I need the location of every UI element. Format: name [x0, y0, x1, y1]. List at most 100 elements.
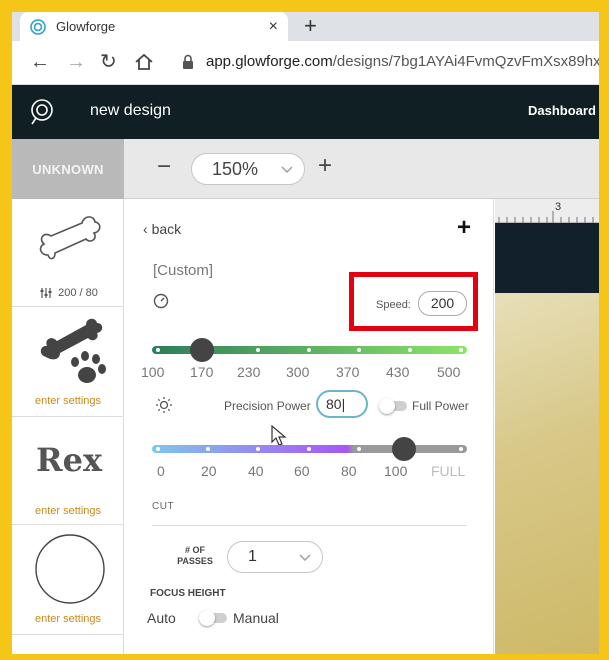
url-path: /designs/7bg1AYAi4FvmQzvFmXsx89hx	[332, 53, 599, 70]
speed-tick-labels: 100 170 230 300 370 430 500	[141, 364, 481, 382]
slider-dot	[156, 447, 160, 451]
design-thumbnail-list: 200 / 80 enter settings Rex enter settin…	[12, 199, 124, 654]
focus-height-label: FOCUS HEIGHT	[150, 588, 226, 599]
zoom-in-button[interactable]: +	[318, 152, 332, 180]
passes-label-line: PASSES	[177, 556, 213, 566]
slider-dot	[459, 447, 463, 451]
new-tab-button[interactable]: +	[304, 14, 317, 38]
forward-arrow-icon[interactable]: →	[66, 51, 86, 73]
speed-tick: 500	[437, 364, 461, 380]
thumbnail-item[interactable]: enter settings	[12, 525, 124, 635]
toggle-knob	[379, 398, 395, 414]
ruler-ticks	[498, 211, 594, 223]
passes-label-line: # OF	[184, 545, 205, 555]
speed-slider-handle[interactable]	[190, 338, 214, 362]
enter-settings-label: enter settings	[34, 505, 102, 517]
browser-tab[interactable]: Glowforge ×	[20, 12, 288, 41]
focus-height-toggle[interactable]	[199, 610, 227, 626]
power-tick: 100	[384, 463, 408, 479]
power-tick: 60	[294, 463, 310, 479]
focus-manual-label: Manual	[233, 610, 279, 626]
back-link[interactable]: ‹ back	[143, 221, 181, 237]
power-tick: 80	[341, 463, 357, 479]
zoom-value: 150%	[212, 158, 259, 179]
section-label: CUT	[152, 501, 175, 512]
preset-name[interactable]: [Custom]	[153, 262, 213, 279]
speed-tick: 300	[286, 364, 310, 380]
enter-settings-label: enter settings	[34, 395, 102, 407]
power-tick: FULL	[431, 463, 466, 479]
canvas-ruler: 3	[495, 199, 599, 223]
passes-label: # OF PASSES	[171, 545, 219, 567]
slider-dot	[206, 447, 210, 451]
bone-outline-icon	[39, 216, 101, 260]
back-arrow-icon[interactable]: ←	[30, 51, 50, 73]
url-field[interactable]: app.glowforge.com/designs/7bg1AYAi4FvmQz…	[206, 53, 599, 70]
settings-panel: ‹ back + [Custom] Speed: 200 100 170 230…	[125, 199, 494, 654]
zoom-select[interactable]: 150%	[191, 153, 305, 185]
zoom-out-button[interactable]: −	[157, 153, 171, 181]
reload-icon[interactable]: ↻	[100, 51, 117, 73]
speed-tick: 100	[141, 364, 165, 380]
dashboard-link[interactable]: Dashboard	[528, 103, 596, 118]
lock-icon	[183, 54, 193, 69]
glowforge-logo-icon[interactable]	[28, 98, 56, 126]
design-toolbar: UNKNOWN − 150% +	[12, 139, 599, 199]
slider-dot	[256, 348, 260, 352]
power-tick-labels: 0 20 40 60 80 100 FULL	[141, 463, 481, 481]
divider	[152, 525, 467, 526]
add-setting-button[interactable]: +	[457, 215, 471, 241]
focus-auto-label: Auto	[147, 610, 176, 626]
address-bar: ← → ↻ app.glowforge.com/designs/7bg1AYAi…	[12, 41, 599, 85]
chevron-down-icon	[299, 554, 311, 562]
material-selector[interactable]: UNKNOWN	[12, 139, 124, 199]
slider-dot	[256, 447, 260, 451]
passes-value: 1	[248, 548, 257, 565]
thumbnail-setting-label: 200 / 80	[58, 287, 98, 299]
enter-settings-label: enter settings	[34, 613, 102, 625]
glowforge-favicon-icon	[30, 18, 46, 35]
power-tick: 20	[201, 463, 217, 479]
material-bed-image	[495, 293, 599, 654]
slider-dot	[307, 348, 311, 352]
screenshot-frame: Glowforge × + ← → ↻ app.glowforge.com/de…	[12, 12, 599, 654]
back-label: back	[151, 221, 182, 237]
power-slider-handle[interactable]	[392, 437, 416, 461]
design-title[interactable]: new design	[90, 102, 171, 120]
tab-title: Glowforge	[56, 19, 116, 34]
browser-tab-strip: Glowforge × +	[12, 12, 599, 41]
ruler-number: 3	[555, 201, 562, 213]
speed-highlight-box	[349, 272, 478, 331]
toggle-knob	[199, 610, 215, 626]
slider-dot	[307, 447, 311, 451]
app-header: new design Dashboard	[12, 85, 599, 139]
thumbnail-item[interactable]: enter settings	[12, 307, 124, 417]
design-canvas[interactable]: 3	[495, 199, 599, 654]
full-power-label: Full Power	[412, 399, 469, 413]
power-tick: 40	[248, 463, 264, 479]
power-tick: 0	[157, 463, 165, 479]
thumbnail-item[interactable]: 200 / 80	[12, 199, 124, 307]
home-icon[interactable]	[134, 53, 154, 71]
speed-tick: 370	[336, 364, 360, 380]
url-host: app.glowforge.com	[206, 53, 333, 70]
bone-paw-icon	[40, 318, 106, 383]
circle-outline-icon	[35, 534, 105, 604]
thumbnail-item[interactable]: Rex enter settings	[12, 417, 124, 525]
speed-slider[interactable]	[152, 338, 467, 362]
power-sun-icon	[156, 397, 172, 413]
power-value: 80	[326, 396, 342, 412]
power-input[interactable]: 80|	[316, 390, 368, 418]
speed-tick: 230	[237, 364, 261, 380]
rex-text-graphic: Rex	[36, 441, 103, 479]
power-slider[interactable]	[152, 437, 467, 461]
slider-dot	[357, 348, 361, 352]
tab-close-icon[interactable]: ×	[269, 18, 278, 36]
slider-dot	[459, 348, 463, 352]
passes-select[interactable]: 1	[227, 541, 323, 573]
speed-tick: 430	[386, 364, 410, 380]
full-power-toggle[interactable]	[379, 398, 407, 414]
mouse-cursor-icon	[271, 425, 287, 446]
slider-dot	[408, 348, 412, 352]
speedometer-icon	[153, 293, 169, 309]
